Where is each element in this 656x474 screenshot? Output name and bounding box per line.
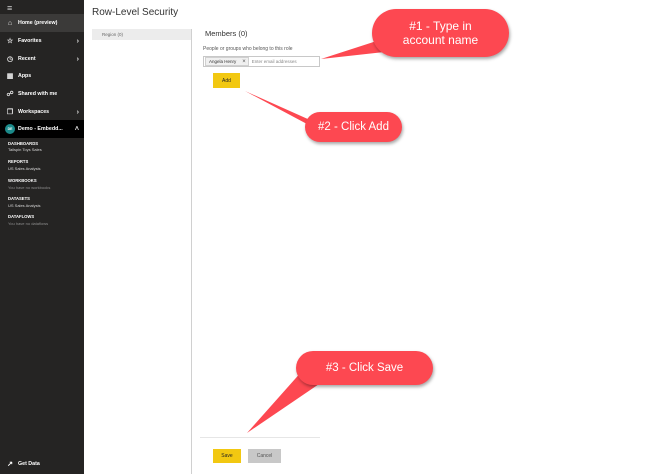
callout-step-1-line1: #1 - Type in: [409, 19, 472, 33]
workspaces-icon: ❐: [6, 109, 14, 116]
email-input[interactable]: [248, 57, 312, 66]
nav-item-recent[interactable]: ◷ Recent ›: [0, 50, 84, 68]
dataset-item[interactable]: US Sales Analysis: [8, 203, 40, 208]
nav-item-label: Workspaces: [18, 109, 50, 115]
nav-item-label: Recent: [18, 56, 36, 62]
apps-icon: ▦: [6, 73, 14, 80]
chevron-right-icon: ›: [76, 55, 79, 63]
member-chip: Angela Henry ×: [205, 57, 249, 66]
hamburger-menu-icon[interactable]: ≡: [7, 4, 12, 13]
save-button[interactable]: Save: [213, 449, 241, 463]
nav-item-label: Apps: [18, 73, 32, 79]
workbooks-empty: You have no workbooks: [8, 185, 51, 190]
share-icon: ☍: [6, 91, 14, 98]
get-data-button[interactable]: ↗ Get Data: [5, 460, 40, 468]
nav-item-apps[interactable]: ▦ Apps: [0, 67, 84, 85]
members-field-label: People or groups who belong to this role: [203, 46, 293, 52]
section-heading-dashboards: DASHBOARDS: [8, 141, 39, 146]
dashboard-item[interactable]: Tailspin Toys Sales: [8, 147, 42, 152]
nav-item-label: Favorites: [18, 38, 42, 44]
roles-list: Region (0): [92, 29, 191, 474]
remove-chip-icon[interactable]: ×: [242, 59, 246, 65]
section-heading-reports: REPORTS: [8, 159, 29, 164]
workspace-label: Demo - Embedd...: [18, 126, 63, 132]
pane-divider: [191, 29, 192, 474]
chevron-right-icon: ›: [76, 37, 79, 45]
workspace-current[interactable]: DE Demo - Embedd... ˄: [0, 120, 84, 138]
member-chip-label: Angela Henry: [209, 59, 237, 64]
nav-item-shared[interactable]: ☍ Shared with me: [0, 85, 84, 103]
members-heading: Members (0): [205, 29, 248, 38]
report-item[interactable]: US Sales Analysis: [8, 166, 40, 171]
section-heading-workbooks: WORKBOOKS: [8, 178, 37, 183]
home-icon: ⌂: [7, 19, 13, 27]
arrow-up-right-icon: ↗: [7, 461, 13, 468]
workspace-avatar: DE: [5, 124, 15, 134]
footer-divider: [200, 437, 320, 438]
callout-step-1-line2: account name: [402, 33, 479, 47]
chevron-up-icon[interactable]: ˄: [75, 126, 79, 133]
nav-sidebar: ≡ ⌂ Home (preview) ☆ Favorites › ◷ Recen…: [0, 0, 84, 474]
star-icon: ☆: [6, 38, 14, 45]
dataflows-empty: You have no dataflows: [8, 221, 49, 226]
nav-item-label: Shared with me: [18, 91, 58, 97]
chevron-right-icon: ›: [76, 108, 79, 116]
clock-icon: ◷: [6, 56, 14, 63]
nav-item-favorites[interactable]: ☆ Favorites ›: [0, 32, 84, 50]
page-title: Row-Level Security: [92, 7, 179, 18]
section-heading-dataflows: DATAFLOWS: [8, 214, 35, 219]
role-item-region[interactable]: Region (0): [92, 29, 191, 40]
callout-step-3: #3 - Click Save: [296, 351, 433, 385]
get-data-label: Get Data: [18, 461, 40, 467]
nav-item-label: Home (preview): [18, 20, 58, 26]
nav-item-workspaces[interactable]: ❐ Workspaces ›: [0, 103, 84, 121]
section-heading-datasets: DATASETS: [8, 196, 30, 201]
cancel-button[interactable]: Cancel: [248, 449, 281, 463]
callout-step-2: #2 - Click Add: [305, 112, 402, 142]
add-button[interactable]: Add: [213, 73, 240, 88]
nav-item-home[interactable]: ⌂ Home (preview): [0, 14, 84, 32]
callout-step-1: #1 - Type in account name: [372, 9, 509, 57]
people-picker[interactable]: Angela Henry ×: [203, 56, 320, 67]
